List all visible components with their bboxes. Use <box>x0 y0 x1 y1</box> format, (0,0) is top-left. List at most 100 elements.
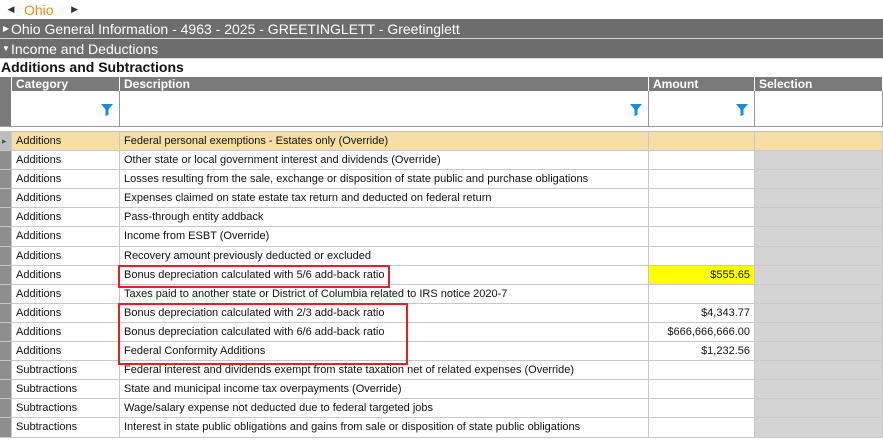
description-cell[interactable]: Recovery amount previously deducted or e… <box>120 246 649 265</box>
description-cell[interactable]: Pass-through entity addback <box>120 208 649 227</box>
amount-cell[interactable] <box>649 189 755 208</box>
table-row[interactable]: Additions Federal Conformity Additions $1,… <box>0 342 883 362</box>
category-cell[interactable]: Additions <box>12 189 120 208</box>
description-filter-cell[interactable] <box>120 91 649 126</box>
category-cell[interactable]: Additions <box>12 265 120 284</box>
table-row[interactable]: Subtractions Interest in state public obl… <box>0 418 883 438</box>
table-row[interactable]: Subtractions Wage/salary expense not dedu… <box>0 399 883 419</box>
amount-cell[interactable] <box>649 208 755 227</box>
amount-cell[interactable]: $555.65 <box>649 265 755 284</box>
description-cell[interactable]: Income from ESBT (Override) <box>120 227 649 246</box>
selection-cell[interactable] <box>755 151 883 170</box>
category-cell[interactable]: Additions <box>12 246 120 265</box>
funnel-filter-icon[interactable] <box>736 104 748 116</box>
selection-cell[interactable] <box>755 399 883 418</box>
collapse-arrow-icon[interactable]: ▼ <box>1 44 11 53</box>
table-row[interactable]: Subtractions State and municipal income t… <box>0 380 883 400</box>
selection-cell[interactable] <box>755 246 883 265</box>
table-row[interactable]: Additions Recovery amount previously dedu… <box>0 246 883 266</box>
description-cell[interactable]: Taxes paid to another state or District … <box>120 284 649 303</box>
category-cell[interactable]: Additions <box>12 322 120 342</box>
description-cell[interactable]: Bonus depreciation calculated with 5/6 a… <box>120 265 649 284</box>
category-cell[interactable]: Additions <box>12 227 120 246</box>
amount-cell[interactable] <box>649 284 755 303</box>
selection-cell[interactable] <box>755 380 883 399</box>
description-cell[interactable]: Federal personal exemptions - Estates on… <box>120 132 649 151</box>
description-cell[interactable]: Federal interest and dividends exempt fr… <box>120 361 649 380</box>
description-cell[interactable]: Expenses claimed on state estate tax ret… <box>120 189 649 208</box>
table-row[interactable]: Additions Other state or local government… <box>0 151 883 171</box>
amount-cell[interactable] <box>649 170 755 189</box>
selection-cell[interactable] <box>755 189 883 208</box>
selection-cell[interactable] <box>755 322 883 342</box>
amount-cell[interactable]: $1,232.56 <box>649 342 755 361</box>
income-deductions-header[interactable]: ▼ Income and Deductions <box>0 39 883 59</box>
selection-cell[interactable] <box>755 342 883 361</box>
category-cell[interactable]: Subtractions <box>12 361 120 380</box>
column-header-category[interactable]: Category <box>12 77 120 91</box>
table-row[interactable]: Additions Pass-through entity addback <box>0 208 883 228</box>
amount-cell[interactable] <box>649 380 755 399</box>
funnel-filter-icon[interactable] <box>630 104 642 116</box>
amount-filter-cell[interactable] <box>649 91 755 126</box>
description-cell[interactable]: Interest in state public obligations and… <box>120 418 649 437</box>
description-cell[interactable]: State and municipal income tax overpayme… <box>120 380 649 399</box>
general-info-header[interactable]: ▶ Ohio General Information - 4963 - 2025… <box>0 19 883 39</box>
category-cell[interactable]: Additions <box>12 170 120 189</box>
table-row[interactable]: Additions Expenses claimed on state estat… <box>0 189 883 209</box>
funnel-filter-icon[interactable] <box>101 104 113 116</box>
selection-cell[interactable] <box>755 284 883 303</box>
selection-cell[interactable] <box>755 208 883 227</box>
expand-arrow-icon[interactable]: ▶ <box>1 24 11 33</box>
tab-ohio[interactable]: Ohio <box>18 2 68 18</box>
description-cell[interactable]: Losses resulting from the sale, exchange… <box>120 170 649 189</box>
amount-cell[interactable]: $666,666,666.00 <box>649 322 755 342</box>
column-header-amount[interactable]: Amount <box>649 77 755 91</box>
table-row[interactable]: Additions Bonus depreciation calculated w… <box>0 265 883 285</box>
table-row[interactable]: Subtractions Federal interest and dividen… <box>0 361 883 381</box>
selection-cell[interactable] <box>755 227 883 246</box>
amount-cell[interactable] <box>649 151 755 170</box>
category-cell[interactable]: Additions <box>12 151 120 170</box>
amount-cell[interactable]: $4,343.77 <box>649 303 755 322</box>
column-header-description[interactable]: Description <box>120 77 649 91</box>
category-cell[interactable]: Additions <box>12 132 120 151</box>
selection-cell[interactable] <box>755 170 883 189</box>
amount-cell[interactable] <box>649 246 755 265</box>
amount-cell[interactable] <box>649 399 755 418</box>
amount-cell[interactable] <box>649 132 755 151</box>
table-row[interactable]: Additions Taxes paid to another state or … <box>0 284 883 304</box>
amount-cell[interactable] <box>649 361 755 380</box>
category-cell[interactable]: Subtractions <box>12 399 120 418</box>
selection-cell[interactable] <box>755 132 883 151</box>
description-cell[interactable]: Other state or local government interest… <box>120 151 649 170</box>
category-cell[interactable]: Subtractions <box>12 380 120 399</box>
description-cell[interactable]: Bonus depreciation calculated with 6/6 a… <box>120 322 649 342</box>
category-cell[interactable]: Additions <box>12 303 120 322</box>
table-row[interactable]: Additions Bonus depreciation calculated w… <box>0 303 883 323</box>
category-cell[interactable]: Additions <box>12 208 120 227</box>
selection-cell[interactable] <box>755 361 883 380</box>
selection-cell[interactable] <box>755 303 883 322</box>
description-cell[interactable]: Federal Conformity Additions <box>120 342 649 361</box>
grid-body: ▸ Additions Federal personal exemptions - … <box>0 132 883 438</box>
description-cell[interactable]: Bonus depreciation calculated with 2/3 a… <box>120 303 649 322</box>
tab-prev-arrow-icon[interactable]: ◀ <box>4 4 18 15</box>
selection-cell[interactable] <box>755 265 883 284</box>
table-row[interactable]: Additions Income from ESBT (Override) <box>0 227 883 247</box>
row-gutter <box>0 170 12 189</box>
table-row[interactable]: ▸ Additions Federal personal exemptions - … <box>0 132 883 152</box>
table-row[interactable]: Additions Bonus depreciation calculated w… <box>0 322 883 343</box>
category-cell[interactable]: Additions <box>12 284 120 303</box>
tab-next-arrow-icon[interactable]: ▶ <box>68 4 82 15</box>
column-header-selection[interactable]: Selection <box>755 77 883 91</box>
category-filter-cell[interactable] <box>12 91 120 126</box>
category-cell[interactable]: Additions <box>12 342 120 361</box>
category-cell[interactable]: Subtractions <box>12 418 120 437</box>
amount-cell[interactable] <box>649 227 755 246</box>
description-cell[interactable]: Wage/salary expense not deducted due to … <box>120 399 649 418</box>
amount-cell[interactable] <box>649 418 755 437</box>
table-row[interactable]: Additions Losses resulting from the sale,… <box>0 170 883 190</box>
income-deductions-title: Income and Deductions <box>11 40 159 57</box>
selection-cell[interactable] <box>755 418 883 437</box>
